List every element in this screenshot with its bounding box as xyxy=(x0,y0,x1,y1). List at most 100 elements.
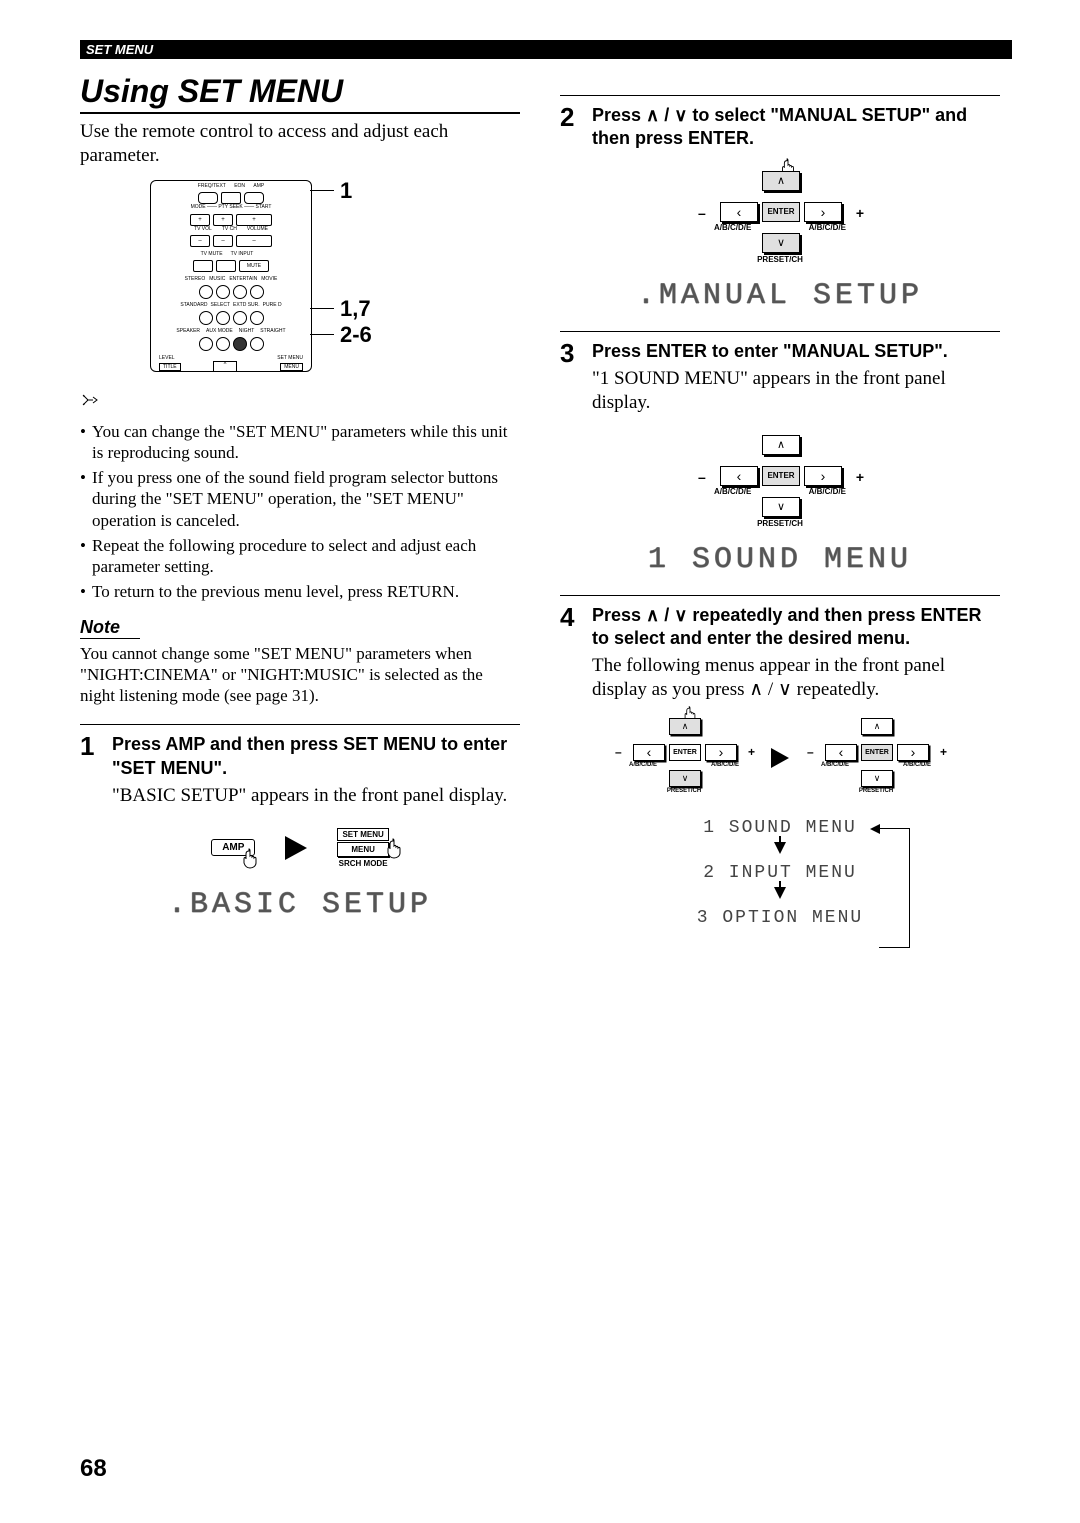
abcde-label: A/B/C/D/E xyxy=(629,762,657,768)
chevron-left-icon xyxy=(737,204,742,220)
preset-label: PRESET/CH xyxy=(690,519,870,528)
dual-dpad-figure: ENTER – + A/B/C/D/E A/B/C/D/E PRESET/CH … xyxy=(560,718,1000,798)
dpad-left xyxy=(825,744,857,761)
chevron-right-icon xyxy=(911,744,916,760)
step-number: 4 xyxy=(560,604,592,702)
page-title: Using SET MENU xyxy=(80,73,520,114)
step-result: The following menus appear in the front … xyxy=(592,654,1000,702)
step-1: 1 Press AMP and then press SET MENU to e… xyxy=(80,724,520,808)
dpad-down xyxy=(762,233,800,253)
dpad-down xyxy=(861,770,893,787)
preset-label: PRESET/CH xyxy=(609,788,759,794)
intro-text: Use the remote control to access and adj… xyxy=(80,120,520,168)
abcde-label: A/B/C/D/E xyxy=(903,762,931,768)
abcde-label: A/B/C/D/E xyxy=(809,223,846,232)
minus-label: – xyxy=(698,469,706,485)
step-number: 2 xyxy=(560,104,592,151)
dpad-small: ENTER – + A/B/C/D/E A/B/C/D/E PRESET/CH xyxy=(801,718,951,798)
plus-label: + xyxy=(748,745,755,759)
chevron-up-icon xyxy=(777,174,785,187)
tips-list: You can change the "SET MENU" parameters… xyxy=(80,421,520,603)
dpad-up xyxy=(762,435,800,455)
tips-icon xyxy=(80,392,100,413)
minus-label: – xyxy=(807,745,814,759)
abcde-label: A/B/C/D/E xyxy=(714,223,751,232)
dpad-small: ENTER – + A/B/C/D/E A/B/C/D/E PRESET/CH xyxy=(609,718,759,798)
arrow-right-icon xyxy=(771,748,789,768)
dpad-enter: ENTER xyxy=(762,466,800,486)
dpad-down xyxy=(762,497,800,517)
dpad-up xyxy=(669,718,701,735)
flow-return-line xyxy=(879,828,910,948)
dpad-up xyxy=(762,171,800,191)
chevron-down-icon xyxy=(874,773,881,784)
arrow-left-icon xyxy=(870,824,880,834)
flow-item: 2 INPUT MENU xyxy=(640,863,920,883)
step-instruction: Press ∧ / ∨ to select "MANUAL SETUP" and… xyxy=(592,104,1000,151)
step-3: 3 Press ENTER to enter "MANUAL SETUP". "… xyxy=(560,331,1000,415)
tip-item: If you press one of the sound field prog… xyxy=(80,467,520,531)
srch-label: SRCH MODE xyxy=(337,859,388,868)
remote-figure: FREQ/TEXT EON AMP MODE —— PTY SEEK —— ST… xyxy=(130,180,470,380)
dpad-right xyxy=(897,744,929,761)
step-instruction: Press AMP and then press SET MENU to ent… xyxy=(112,733,520,780)
lcd-manual-setup: .MANUAL SETUP xyxy=(560,279,1000,313)
dpad-figure: ENTER – + A/B/C/D/E A/B/C/D/E PRESET/CH xyxy=(690,435,870,525)
step-instruction: Press ENTER to enter "MANUAL SETUP". xyxy=(592,340,1000,363)
dpad-figure: ENTER – + A/B/C/D/E A/B/C/D/E PRESET/CH xyxy=(690,171,870,261)
preset-label: PRESET/CH xyxy=(690,255,870,264)
header-bar: SET MENU xyxy=(80,40,1012,59)
callout-1: 1 xyxy=(340,178,352,204)
dpad-right xyxy=(804,466,842,486)
arrow-down-icon xyxy=(774,887,786,899)
amp-figure: AMP SET MENU MENU SRCH MODE xyxy=(80,828,520,868)
chevron-down-icon xyxy=(682,773,689,784)
page-number: 68 xyxy=(80,1455,107,1483)
arrow-right-icon xyxy=(285,836,307,860)
callout-2: 1,7 xyxy=(340,296,371,322)
dpad-left xyxy=(720,202,758,222)
abcde-label: A/B/C/D/E xyxy=(714,487,751,496)
minus-label: – xyxy=(615,745,622,759)
tip-item: You can change the "SET MENU" parameters… xyxy=(80,421,520,464)
chevron-up-icon xyxy=(777,438,785,451)
chevron-down-icon xyxy=(777,236,785,249)
step-instruction: Press ∧ / ∨ repeatedly and then press EN… xyxy=(592,604,1000,651)
abcde-label: A/B/C/D/E xyxy=(809,487,846,496)
chevron-left-icon xyxy=(839,744,844,760)
dpad-right xyxy=(804,202,842,222)
tip-item: To return to the previous menu level, pr… xyxy=(80,581,520,602)
abcde-label: A/B/C/D/E xyxy=(711,762,739,768)
left-column: Using SET MENU Use the remote control to… xyxy=(80,65,520,940)
dpad-enter: ENTER xyxy=(762,202,800,222)
lcd-basic-setup: .BASIC SETUP xyxy=(80,888,520,922)
hand-icon xyxy=(383,837,405,864)
step-result: "1 SOUND MENU" appears in the front pane… xyxy=(592,367,1000,415)
arrow-down-icon xyxy=(774,842,786,854)
chevron-right-icon xyxy=(719,744,724,760)
remote-outline: FREQ/TEXT EON AMP MODE —— PTY SEEK —— ST… xyxy=(150,180,312,372)
right-column: 2 Press ∧ / ∨ to select "MANUAL SETUP" a… xyxy=(560,65,1000,940)
setmenu-label: SET MENU xyxy=(337,828,388,841)
chevron-right-icon xyxy=(821,468,826,484)
step-4: 4 Press ∧ / ∨ repeatedly and then press … xyxy=(560,595,1000,702)
dpad-right xyxy=(705,744,737,761)
step-number: 3 xyxy=(560,340,592,415)
step-2: 2 Press ∧ / ∨ to select "MANUAL SETUP" a… xyxy=(560,95,1000,151)
plus-label: + xyxy=(856,469,864,485)
chevron-down-icon xyxy=(777,500,785,513)
chevron-up-icon xyxy=(874,721,881,732)
dpad-up xyxy=(861,718,893,735)
dpad-enter: ENTER xyxy=(669,744,701,761)
plus-label: + xyxy=(940,745,947,759)
flow-item: 3 OPTION MENU xyxy=(640,908,920,928)
chevron-left-icon xyxy=(647,744,652,760)
dpad-left xyxy=(633,744,665,761)
menu-button-graphic: MENU xyxy=(337,842,388,857)
dpad-down xyxy=(669,770,701,787)
chevron-right-icon xyxy=(821,204,826,220)
chevron-left-icon xyxy=(737,468,742,484)
minus-label: – xyxy=(698,205,706,221)
note-label: Note xyxy=(80,617,140,639)
abcde-label: A/B/C/D/E xyxy=(821,762,849,768)
